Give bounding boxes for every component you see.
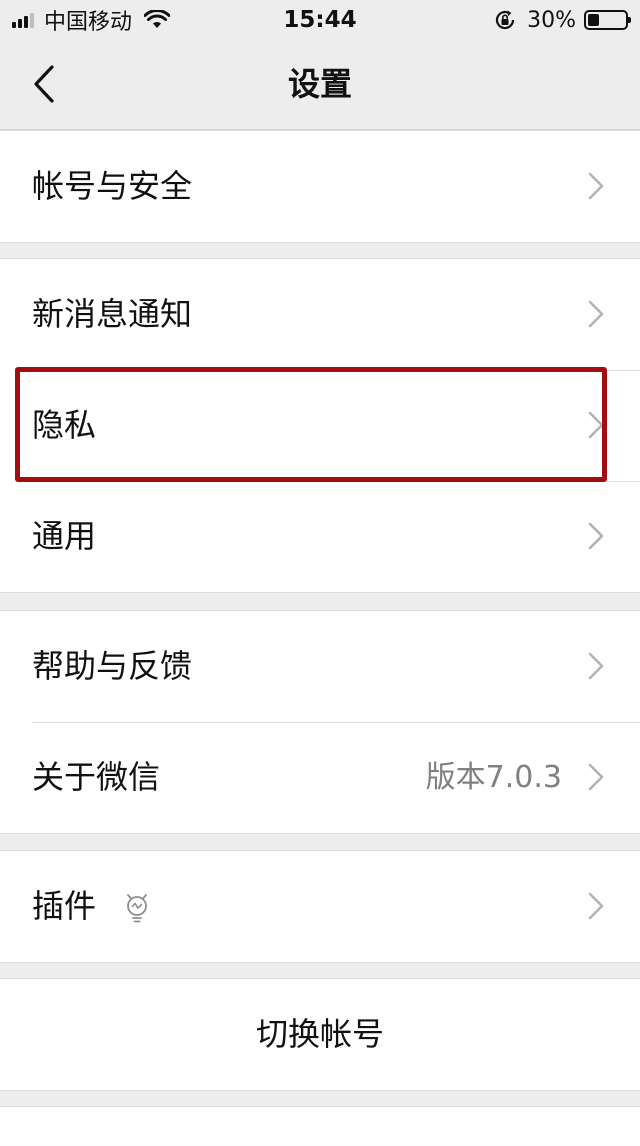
settings-group-account: 帐号与安全 xyxy=(0,130,640,243)
settings-group-general: 新消息通知 隐私 通用 xyxy=(0,258,640,593)
battery-nub xyxy=(628,17,631,23)
cell-label: 新消息通知 xyxy=(32,295,193,333)
status-right: 30% xyxy=(493,0,631,40)
settings-group-plugins: 插件 xyxy=(0,850,640,963)
rotation-lock-icon xyxy=(496,10,515,30)
cell-new-message-notification[interactable]: 新消息通知 xyxy=(0,259,640,370)
page-title: 设置 xyxy=(287,65,352,103)
cell-label: 帮助与反馈 xyxy=(32,647,193,685)
battery-percent: 30% xyxy=(527,7,576,33)
cell-plugins[interactable]: 插件 xyxy=(0,851,640,962)
chevron-right-icon xyxy=(588,763,604,791)
cell-account-security[interactable]: 帐号与安全 xyxy=(0,131,640,242)
cell-privacy[interactable]: 隐私 xyxy=(0,370,640,481)
chevron-right-icon xyxy=(588,892,604,920)
settings-group-help: 帮助与反馈 关于微信 版本7.0.3 xyxy=(0,610,640,834)
chevron-right-icon xyxy=(588,172,604,200)
battery-icon xyxy=(584,10,631,30)
plugin-bulb-icon xyxy=(127,894,147,923)
chevron-right-icon xyxy=(588,300,604,328)
chevron-right-icon xyxy=(588,411,604,439)
cell-about-wechat[interactable]: 关于微信 版本7.0.3 xyxy=(0,722,640,833)
cell-label: 帐号与安全 xyxy=(32,167,193,205)
cell-label: 通用 xyxy=(32,517,97,555)
switch-account-button[interactable]: 切换帐号 xyxy=(0,979,640,1090)
cell-label: 关于微信 xyxy=(32,758,161,796)
nav-bar: 设置 xyxy=(0,40,640,130)
version-value: 版本7.0.3 xyxy=(425,760,562,795)
cell-help-feedback[interactable]: 帮助与反馈 xyxy=(0,611,640,722)
settings-group-bottom xyxy=(0,1106,640,1146)
switch-account-label: 切换帐号 xyxy=(255,1015,384,1053)
chevron-right-icon xyxy=(588,652,604,680)
chevron-right-icon xyxy=(588,522,604,550)
settings-group-switch-account: 切换帐号 xyxy=(0,978,640,1091)
status-bar: 中国移动 15:44 30% xyxy=(0,0,640,40)
cell-label: 隐私 xyxy=(32,406,97,444)
cell-label: 插件 xyxy=(32,887,97,925)
battery-fill xyxy=(588,14,599,26)
cell-general[interactable]: 通用 xyxy=(0,481,640,592)
